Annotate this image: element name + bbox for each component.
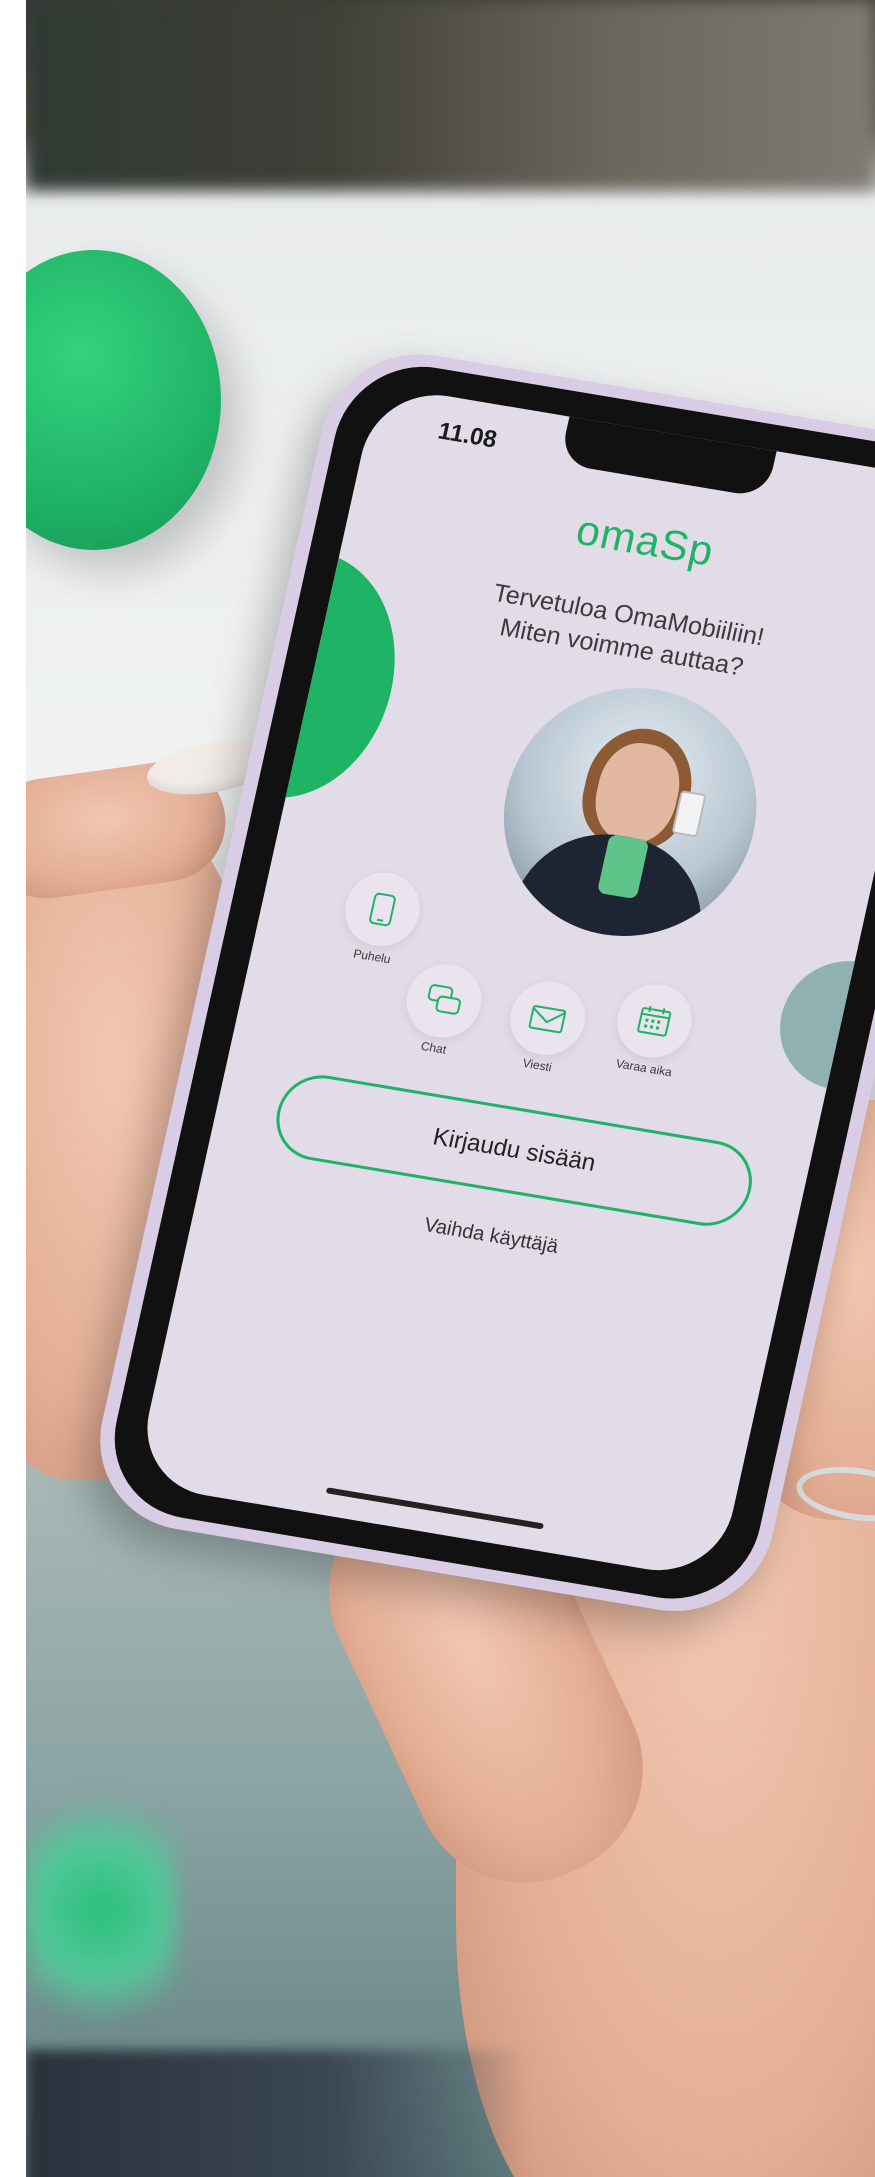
chat-bubbles-icon[interactable] — [399, 958, 489, 1044]
action-message-label: Viesti — [521, 1055, 554, 1075]
action-book-label: Varaa aika — [614, 1056, 674, 1080]
green-ball-decoration — [26, 250, 221, 550]
phone-icon[interactable] — [337, 867, 427, 952]
action-message[interactable]: Viesti — [497, 975, 594, 1079]
dark-blur-bottom — [26, 2050, 526, 2177]
advisor-photo — [479, 669, 781, 955]
home-indicator[interactable] — [325, 1487, 544, 1530]
action-book-appointment[interactable]: Varaa aika — [604, 978, 701, 1081]
left-margin — [0, 0, 26, 2177]
phone-notch — [559, 412, 778, 499]
envelope-icon[interactable] — [503, 975, 593, 1061]
action-chat[interactable]: Chat — [394, 958, 491, 1061]
blurred-background-top — [26, 0, 875, 190]
status-time: 11.08 — [435, 417, 500, 454]
action-chat-label: Chat — [419, 1038, 448, 1057]
action-call[interactable]: Puhelu — [332, 867, 429, 970]
calendar-icon[interactable] — [609, 978, 699, 1064]
green-blur-decoration — [26, 1780, 176, 2040]
action-call-label: Puhelu — [352, 946, 393, 967]
teal-circle-decoration — [767, 951, 875, 1100]
